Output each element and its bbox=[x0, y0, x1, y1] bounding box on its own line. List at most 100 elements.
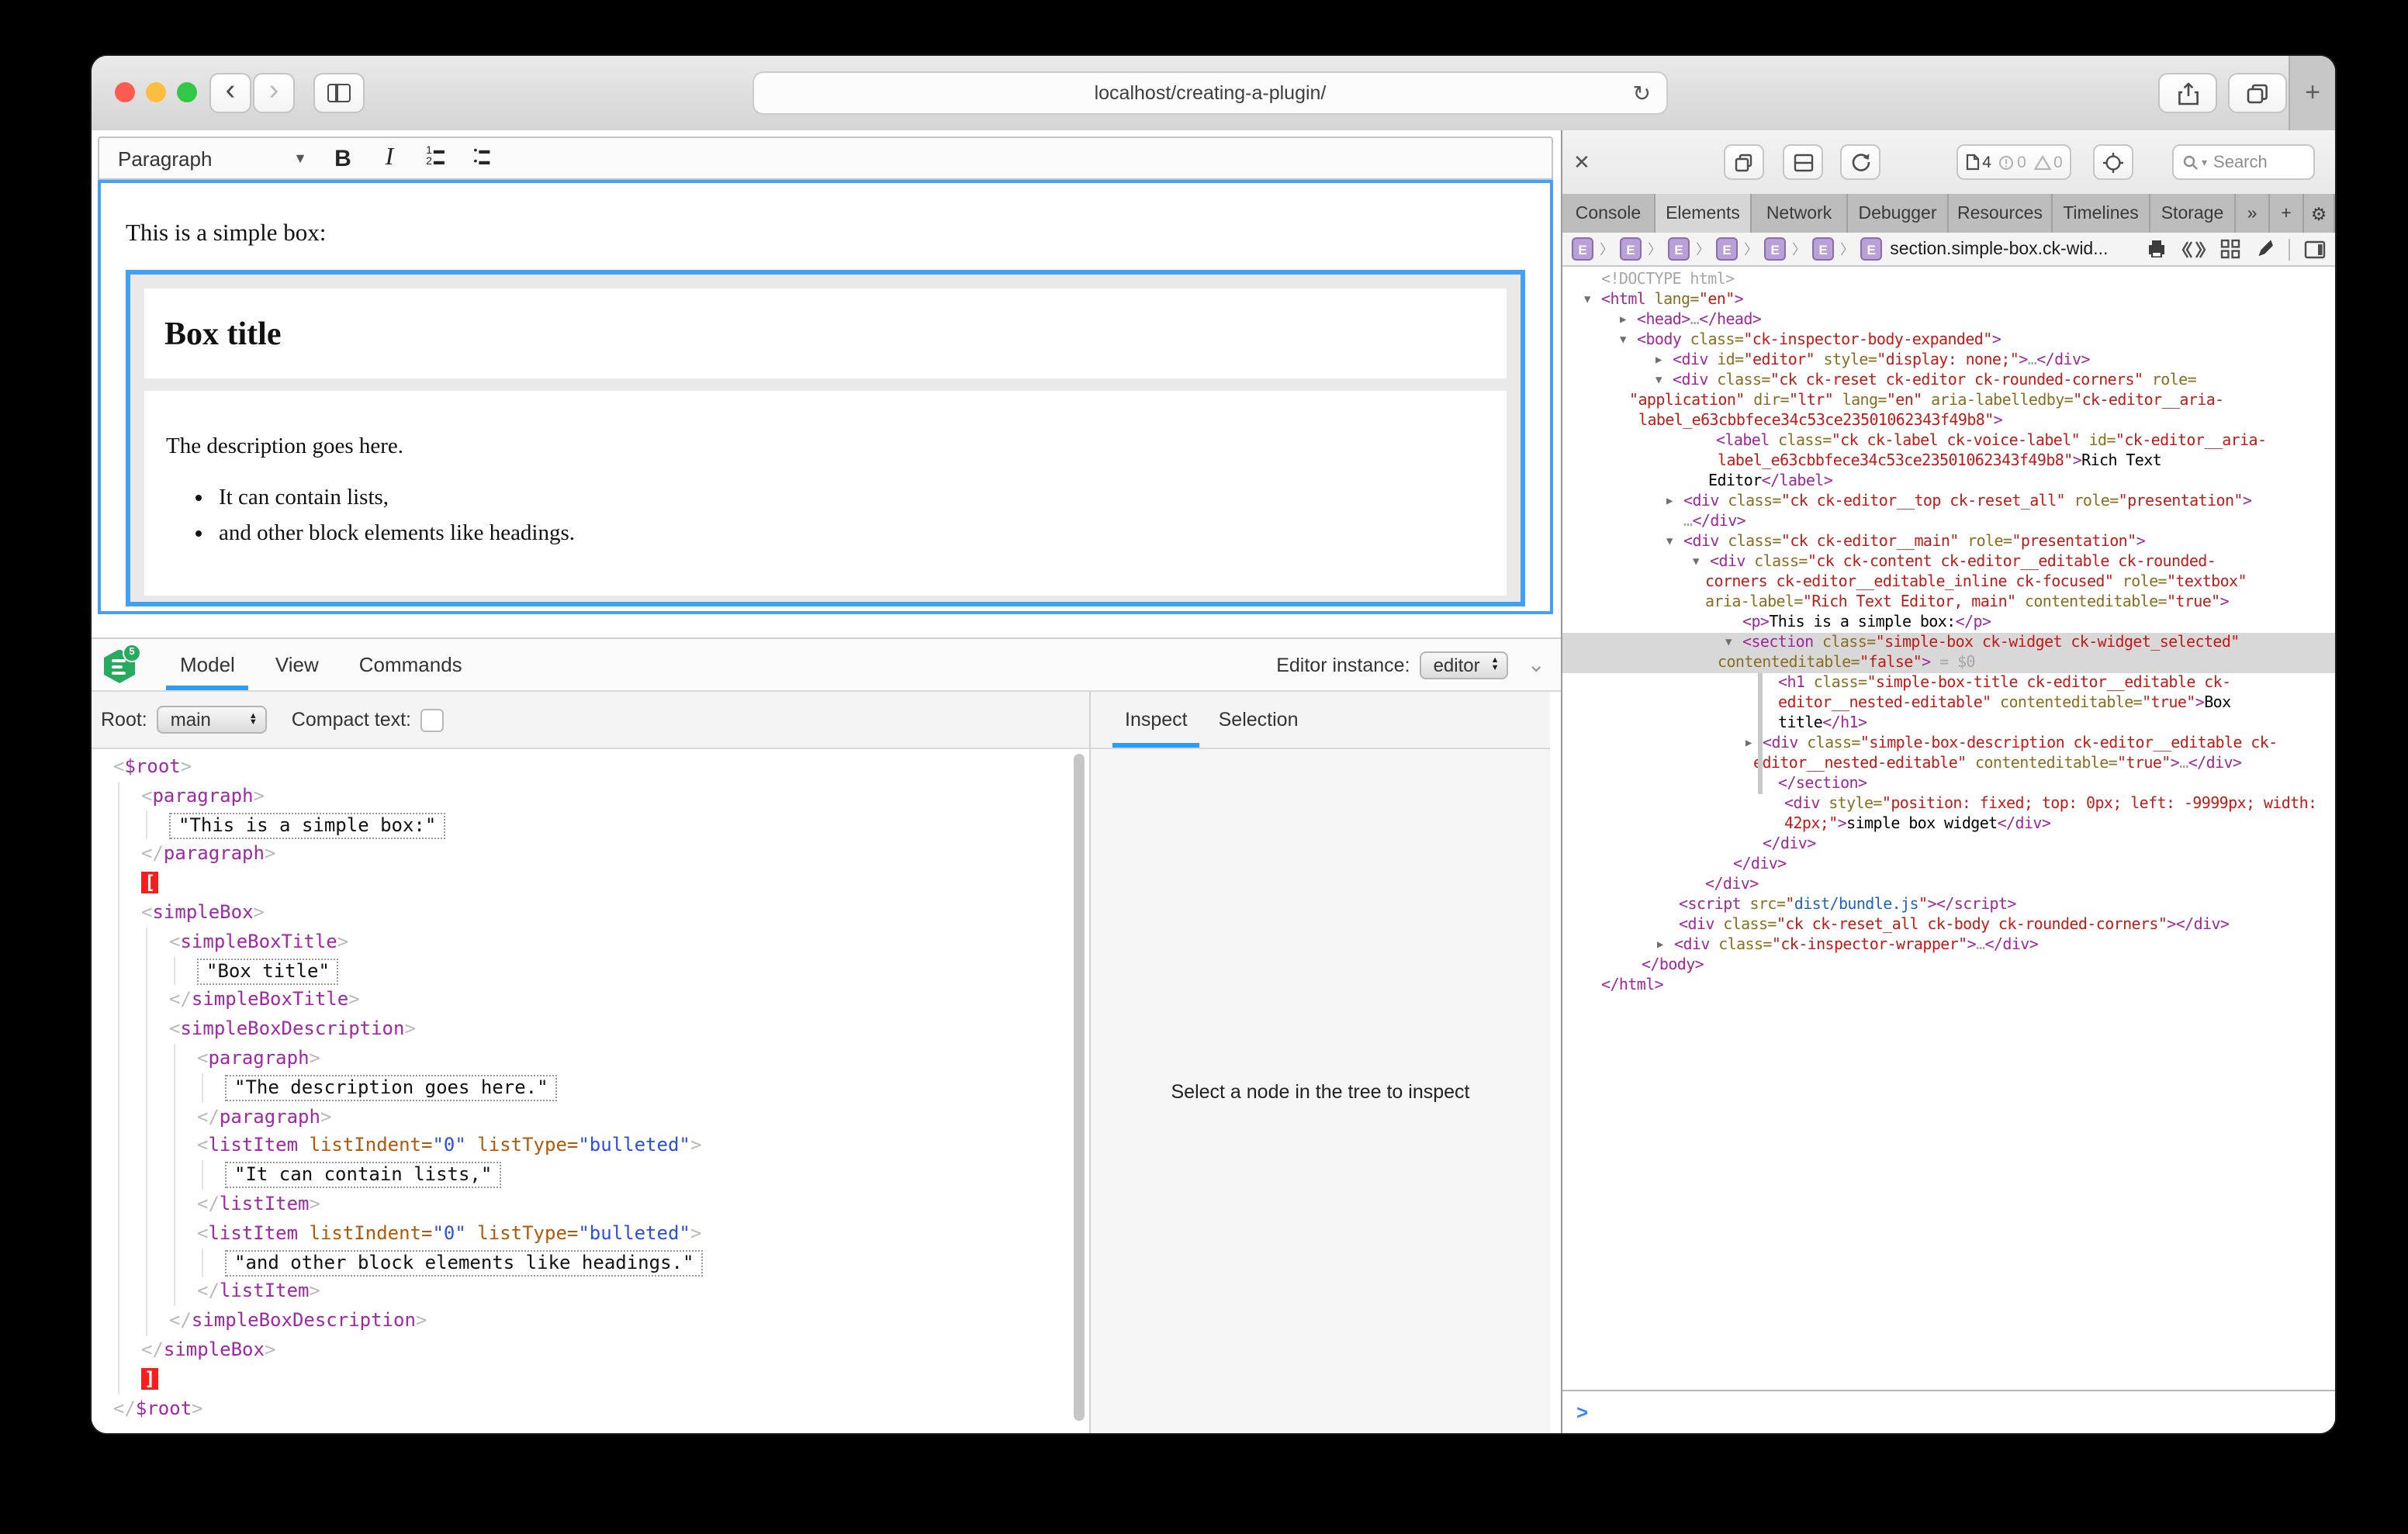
inspector-tab-view[interactable]: View bbox=[255, 639, 339, 690]
devtools-tab-[interactable]: » bbox=[2236, 194, 2270, 233]
forward-button[interactable]: › bbox=[253, 73, 295, 113]
editor-content[interactable]: This is a simple box: Box title The desc… bbox=[98, 180, 1553, 614]
element-badge-icon[interactable]: E bbox=[1620, 237, 1642, 261]
devtools-tab-timelines[interactable]: Timelines bbox=[2053, 194, 2150, 233]
model-node[interactable]: </simpleBox> bbox=[92, 1335, 1067, 1365]
show-source-icon[interactable] bbox=[2181, 240, 2206, 258]
model-node[interactable]: </listItem> bbox=[92, 1277, 1067, 1307]
dom-tree-line[interactable]: ▼<html lang="en"> bbox=[1562, 290, 2335, 310]
simple-box-title[interactable]: Box title bbox=[144, 288, 1507, 378]
element-badge-icon[interactable]: E bbox=[1764, 237, 1786, 261]
element-badge-icon[interactable]: E bbox=[1572, 237, 1593, 261]
model-node[interactable]: "Box title" bbox=[92, 956, 1067, 986]
dom-tree-line[interactable]: </html> bbox=[1562, 976, 2335, 996]
dom-tree-line[interactable]: ▼<div class="ck ck-reset ck-editor ck-ro… bbox=[1562, 371, 2335, 391]
compact-text-checkbox[interactable] bbox=[420, 708, 444, 731]
inspect-tab-selection[interactable]: Selection bbox=[1203, 692, 1314, 748]
dom-tree-line[interactable]: "application" dir="ltr" lang="en" aria-l… bbox=[1562, 391, 2335, 411]
element-picker-button[interactable] bbox=[2093, 144, 2133, 180]
collapse-arrow-icon[interactable]: ▼ bbox=[1666, 532, 1673, 552]
dom-tree-line[interactable]: contenteditable="false"> = $0 bbox=[1562, 653, 2335, 673]
model-node[interactable]: "and other block elements like headings.… bbox=[92, 1248, 1067, 1277]
devtools-tab-[interactable]: + bbox=[2270, 194, 2304, 233]
dom-tree-line[interactable]: label_e63cbbfece34c53ce23501062343f49b8"… bbox=[1562, 451, 2335, 472]
dom-tree-line[interactable]: ▼<section class="simple-box ck-widget ck… bbox=[1562, 633, 2335, 653]
collapse-inspector-icon[interactable]: ⌄ bbox=[1527, 651, 1545, 678]
model-tree[interactable]: <$root><paragraph>"This is a simple box:… bbox=[92, 752, 1067, 1433]
collapse-arrow-icon[interactable]: ▼ bbox=[1725, 633, 1732, 653]
model-node[interactable]: <paragraph> bbox=[92, 782, 1067, 811]
close-window-button[interactable] bbox=[115, 82, 135, 102]
styles-brush-icon[interactable] bbox=[2254, 239, 2275, 259]
dom-tree-line[interactable]: <!DOCTYPE html> bbox=[1562, 270, 2335, 290]
dom-tree-line[interactable]: corners ck-editor__editable_inline ck-fo… bbox=[1562, 572, 2335, 593]
minimize-window-button[interactable] bbox=[146, 82, 166, 102]
dom-tree-line[interactable]: ▶<div class="ck-inspector-wrapper">…</di… bbox=[1562, 935, 2335, 955]
reload-icon[interactable]: ↻ bbox=[1633, 81, 1651, 107]
model-node[interactable]: [ bbox=[92, 869, 1067, 898]
dom-tree-line[interactable]: ▼<div class="ck ck-editor__main" role="p… bbox=[1562, 532, 2335, 552]
dom-tree-line[interactable]: aria-label="Rich Text Editor, main" cont… bbox=[1562, 593, 2335, 613]
breadcrumb-current[interactable]: section.simple-box.ck-wid... bbox=[1890, 240, 2108, 258]
editor-paragraph[interactable]: This is a simple box: bbox=[126, 217, 1525, 250]
sidebar-toggle-button[interactable] bbox=[313, 73, 365, 113]
dom-tree-line[interactable]: ▶<div id="editor" style="display: none;"… bbox=[1562, 351, 2335, 371]
description-list-item[interactable]: It can contain lists, bbox=[219, 484, 1485, 513]
simple-box-description[interactable]: The description goes here. It can contai… bbox=[144, 391, 1507, 596]
dom-tree-line[interactable]: <script src="dist/bundle.js"></script> bbox=[1562, 895, 2335, 915]
element-badge-icon[interactable]: E bbox=[1812, 237, 1834, 261]
element-badge-icon[interactable]: E bbox=[1860, 237, 1882, 261]
element-badge-icon[interactable]: E bbox=[1668, 237, 1690, 261]
expand-arrow-icon[interactable]: ▶ bbox=[1656, 351, 1662, 371]
dom-tree-line[interactable]: Editor</label> bbox=[1562, 472, 2335, 492]
address-bar[interactable]: localhost/creating-a-plugin/ ↻ bbox=[752, 71, 1668, 115]
dom-tree-line[interactable]: </body> bbox=[1562, 955, 2335, 976]
description-list-item[interactable]: and other block elements like headings. bbox=[219, 519, 1485, 548]
root-select[interactable]: main ▲▼ bbox=[157, 706, 267, 734]
model-node[interactable]: </paragraph> bbox=[92, 840, 1067, 869]
collapse-arrow-icon[interactable]: ▼ bbox=[1656, 371, 1662, 391]
dom-tree-line[interactable]: </section> bbox=[1562, 774, 2335, 794]
model-node[interactable]: </paragraph> bbox=[92, 1102, 1067, 1131]
dom-tree-line[interactable]: 42px;">simple box widget</div> bbox=[1562, 814, 2335, 834]
expand-arrow-icon[interactable]: ▶ bbox=[1657, 935, 1663, 955]
expand-arrow-icon[interactable]: ▶ bbox=[1620, 310, 1626, 330]
devtools-tab-resources[interactable]: Resources bbox=[1949, 194, 2053, 233]
dom-tree-line[interactable]: <div class="ck ck-reset_all ck-body ck-r… bbox=[1562, 915, 2335, 935]
dom-tree-line[interactable]: label_e63cbbfece34c53ce23501062343f49b8"… bbox=[1562, 411, 2335, 431]
print-icon[interactable] bbox=[2146, 239, 2168, 259]
devtools-tab-network[interactable]: Network bbox=[1752, 194, 1848, 233]
model-node[interactable]: "It can contain lists," bbox=[92, 1160, 1067, 1190]
dom-tree-line[interactable]: editor__nested-editable" contenteditable… bbox=[1562, 693, 2335, 713]
model-node[interactable]: <listItem listIndent="0" listType="bulle… bbox=[92, 1219, 1067, 1249]
dom-tree-line[interactable]: …</div> bbox=[1562, 512, 2335, 532]
detach-devtools-button[interactable] bbox=[1724, 144, 1764, 180]
reload-page-button[interactable] bbox=[1840, 144, 1880, 180]
dom-tree-line[interactable]: </div> bbox=[1562, 834, 2335, 855]
layout-grid-icon[interactable] bbox=[2220, 239, 2240, 259]
model-node[interactable]: <simpleBoxTitle> bbox=[92, 928, 1067, 957]
collapse-arrow-icon[interactable]: ▼ bbox=[1584, 290, 1590, 310]
share-button[interactable] bbox=[2158, 73, 2217, 113]
close-devtools-button[interactable]: ✕ bbox=[1573, 150, 1590, 175]
model-node[interactable]: </simpleBoxDescription> bbox=[92, 1306, 1067, 1335]
devtools-tab-console[interactable]: Console bbox=[1562, 194, 1656, 233]
back-button[interactable]: ‹ bbox=[209, 73, 251, 113]
model-node[interactable]: </$root> bbox=[92, 1394, 1067, 1423]
inspector-tab-commands[interactable]: Commands bbox=[339, 639, 483, 690]
model-node[interactable]: </listItem> bbox=[92, 1190, 1067, 1219]
inspector-tab-model[interactable]: Model bbox=[160, 639, 255, 690]
model-node[interactable]: ] bbox=[92, 1364, 1067, 1394]
collapse-arrow-icon[interactable]: ▼ bbox=[1620, 330, 1626, 351]
quick-console[interactable]: > bbox=[1562, 1390, 2335, 1433]
model-node[interactable]: "This is a simple box:" bbox=[92, 810, 1067, 840]
dock-side-button[interactable] bbox=[1783, 144, 1823, 180]
dom-tree-line[interactable]: editor__nested-editable" contenteditable… bbox=[1562, 754, 2335, 774]
dom-tree-line[interactable]: ▶<div class="simple-box-description ck-e… bbox=[1562, 734, 2335, 754]
tab-overview-button[interactable] bbox=[2228, 73, 2287, 113]
heading-dropdown[interactable]: Paragraph ▼ bbox=[99, 147, 320, 170]
model-node[interactable]: <$root> bbox=[92, 752, 1067, 782]
zoom-window-button[interactable] bbox=[177, 82, 197, 102]
dom-tree-line[interactable]: </div> bbox=[1562, 875, 2335, 895]
bold-button[interactable]: B bbox=[320, 145, 366, 171]
